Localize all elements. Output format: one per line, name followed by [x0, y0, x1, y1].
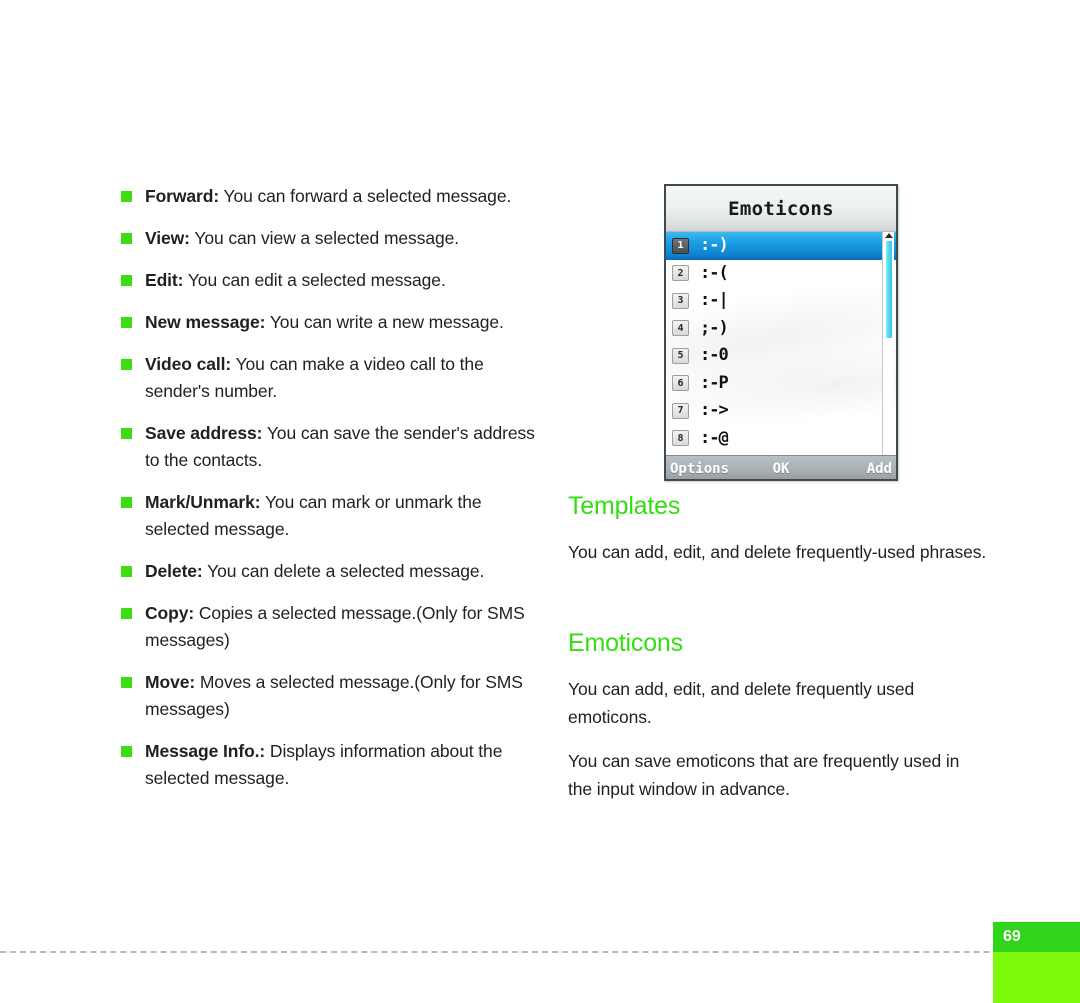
emoticon-index-badge: 7: [672, 402, 689, 419]
emoticon-list-item[interactable]: 4 ;-): [666, 315, 896, 343]
list-item-term: View:: [145, 228, 190, 248]
list-item-description: Copies a selected message.(Only for SMS …: [145, 603, 525, 650]
emoticon-list[interactable]: 1 :-) 2 :-( 3 :-| 4 ;-) 5 :-0 6 :-P 7:-…: [666, 232, 896, 455]
emoticon-index-badge: 4: [672, 320, 689, 337]
list-item-description: You can edit a selected message.: [187, 270, 446, 290]
list-item-term: Forward:: [145, 186, 220, 206]
list-item: Edit: You can edit a selected message.: [118, 267, 538, 294]
emoticons-paragraph-2: You can save emoticons that are frequent…: [568, 751, 960, 799]
scroll-up-arrow-icon[interactable]: [885, 233, 893, 238]
list-item-term: Mark/Unmark:: [145, 492, 261, 512]
phone-softkey-bar: Options OK Add: [666, 455, 896, 479]
emoticon-glyph: ;-): [700, 317, 729, 338]
green-square-bullet-icon: [121, 566, 132, 577]
emoticon-index-badge: 5: [672, 347, 689, 364]
emoticon-index-badge: 8: [672, 430, 689, 447]
green-square-bullet-icon: [121, 233, 132, 244]
list-item-term: New message:: [145, 312, 266, 332]
emoticon-glyph: :-): [700, 235, 729, 256]
emoticon-index-badge: 6: [672, 375, 689, 392]
list-item: Mark/Unmark: You can mark or unmark the …: [118, 489, 538, 543]
emoticon-list-item[interactable]: 2 :-(: [666, 260, 896, 288]
section-heading-emoticons: Emoticons: [568, 629, 683, 657]
green-square-bullet-icon: [121, 191, 132, 202]
emoticon-list-item[interactable]: 6 :-P: [666, 370, 896, 398]
page-number-tab: 69: [993, 922, 1080, 1003]
list-item-term: Save address:: [145, 423, 263, 443]
emoticon-index-badge: 2: [672, 265, 689, 282]
green-square-bullet-icon: [121, 677, 132, 688]
page-number: 69: [1003, 928, 1021, 945]
green-square-bullet-icon: [121, 746, 132, 757]
list-item-term: Copy:: [145, 603, 195, 623]
templates-paragraph: You can add, edit, and delete frequently…: [568, 542, 987, 562]
section-heading-templates: Templates: [568, 492, 681, 520]
emoticon-index-badge: 1: [672, 237, 689, 254]
green-square-bullet-icon: [121, 275, 132, 286]
list-item-term: Message Info.:: [145, 741, 266, 761]
list-item: Video call: You can make a video call to…: [118, 351, 538, 405]
emoticon-glyph: :-(: [700, 262, 729, 283]
emoticon-glyph: :-P: [700, 372, 729, 393]
list-item: Delete: You can delete a selected messag…: [118, 558, 538, 585]
list-item: Save address: You can save the sender's …: [118, 420, 538, 474]
options-bullet-list: Forward: You can forward a selected mess…: [118, 183, 538, 792]
softkey-ok[interactable]: OK: [744, 461, 818, 477]
list-item: Message Info.: Displays information abou…: [118, 738, 538, 792]
emoticon-list-item[interactable]: 3 :-|: [666, 287, 896, 315]
list-item-term: Video call:: [145, 354, 232, 374]
green-square-bullet-icon: [121, 359, 132, 370]
manual-page: Forward: You can forward a selected mess…: [0, 0, 1080, 1003]
list-item-description: You can view a selected message.: [194, 228, 460, 248]
list-item: New message: You can write a new message…: [118, 309, 538, 336]
footer-dashed-rule: [0, 951, 1080, 953]
softkey-options[interactable]: Options: [666, 461, 744, 477]
emoticon-glyph: :-0: [700, 345, 729, 366]
green-square-bullet-icon: [121, 317, 132, 328]
list-item: Move: Moves a selected message.(Only for…: [118, 669, 538, 723]
emoticons-paragraph-1: You can add, edit, and delete frequently…: [568, 679, 915, 727]
list-item: Copy: Copies a selected message.(Only fo…: [118, 600, 538, 654]
emoticon-list-item[interactable]: 5 :-0: [666, 342, 896, 370]
emoticon-index-badge: 3: [672, 292, 689, 309]
green-square-bullet-icon: [121, 428, 132, 439]
scrollbar[interactable]: [882, 232, 894, 455]
list-item: Forward: You can forward a selected mess…: [118, 183, 538, 210]
list-item-term: Delete:: [145, 561, 203, 581]
list-item: View: You can view a selected message.: [118, 225, 538, 252]
list-item-description: Moves a selected message.(Only for SMS m…: [145, 672, 523, 719]
softkey-add[interactable]: Add: [818, 461, 896, 477]
list-item-term: Move:: [145, 672, 196, 692]
list-item-description: You can forward a selected message.: [223, 186, 512, 206]
list-item-term: Edit:: [145, 270, 184, 290]
emoticon-list-item[interactable]: 7 :->: [666, 397, 896, 425]
emoticon-list-item-selected[interactable]: 1 :-): [666, 232, 896, 260]
emoticon-list-item[interactable]: 8 :-@: [666, 425, 896, 453]
emoticon-glyph: :-|: [700, 290, 729, 311]
list-item-description: You can delete a selected message.: [207, 561, 485, 581]
list-item-description: You can write a new message.: [269, 312, 504, 332]
green-square-bullet-icon: [121, 497, 132, 508]
scrollbar-thumb[interactable]: [885, 241, 892, 338]
emoticon-glyph: :->: [700, 400, 729, 421]
emoticon-glyph: :-@: [700, 427, 729, 448]
green-square-bullet-icon: [121, 608, 132, 619]
